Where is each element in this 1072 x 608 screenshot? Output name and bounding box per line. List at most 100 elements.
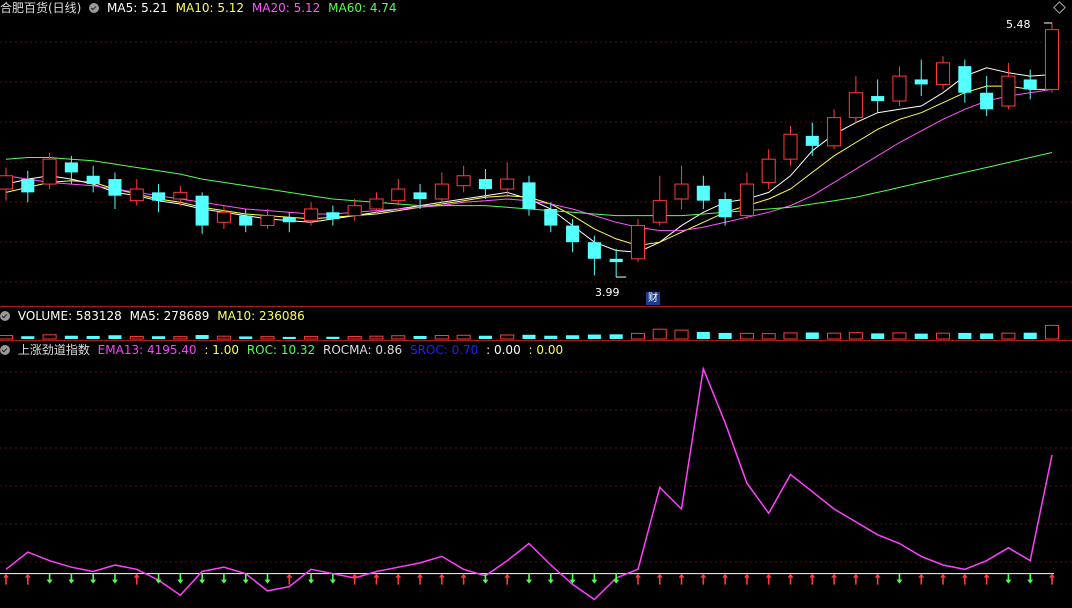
signal-arrow-down	[591, 573, 598, 584]
signal-arrow-up	[722, 573, 729, 585]
signal-arrow-up	[787, 573, 794, 585]
candle-body	[1044, 29, 1060, 90]
volume-bar	[391, 335, 406, 340]
volume-bar	[980, 333, 994, 339]
volume-bar	[696, 332, 710, 339]
candle-body	[239, 215, 253, 226]
candle-body	[566, 225, 580, 243]
volume-bar	[347, 336, 362, 340]
signal-arrow-down	[526, 573, 532, 584]
ema13-line	[5, 365, 1053, 601]
signal-arrow-up	[3, 573, 9, 585]
candle-body	[152, 192, 166, 201]
volume-bar	[544, 335, 558, 339]
volume-bar	[1001, 332, 1016, 340]
signal-arrow-down	[613, 573, 620, 584]
signal-arrow-down	[199, 573, 206, 584]
candle-body	[282, 217, 296, 223]
volume-bar	[86, 335, 100, 339]
signal-arrow-up	[918, 573, 925, 585]
candle-body	[173, 191, 188, 200]
candle-body	[42, 158, 57, 185]
chart-canvas[interactable]	[0, 0, 1072, 608]
signal-arrow-up	[983, 573, 990, 585]
volume-bar	[1023, 332, 1037, 339]
candle-body	[980, 92, 994, 110]
signal-arrow-up	[438, 573, 445, 585]
signal-arrow-down	[220, 573, 227, 584]
signal-arrow-up	[351, 573, 358, 585]
volume-bar	[260, 336, 275, 340]
signal-arrow-down	[1005, 573, 1012, 584]
signal-arrow-up	[852, 573, 859, 585]
volume-bar	[848, 332, 863, 340]
volume-bar	[783, 332, 798, 340]
candle-body	[21, 179, 35, 193]
volume-bar	[871, 333, 885, 339]
volume-bar	[522, 334, 536, 339]
signal-arrow-down	[111, 573, 118, 584]
candle-body	[827, 117, 842, 147]
volume-bar	[282, 336, 296, 339]
signal-arrow-down	[329, 573, 336, 584]
signal-arrow-up	[1049, 573, 1055, 585]
signal-arrow-up	[460, 573, 467, 585]
volume-bar	[0, 335, 14, 340]
volume-bar	[500, 334, 515, 340]
candle-body	[434, 183, 449, 200]
volume-bar	[805, 332, 819, 339]
signal-arrow-down	[547, 573, 554, 584]
volume-bar	[827, 332, 842, 340]
candle-body	[326, 212, 340, 219]
low-price-label: 3.99	[595, 286, 620, 299]
candle-body	[108, 179, 122, 196]
signal-arrow-up	[656, 573, 663, 585]
candle-body	[892, 75, 907, 102]
signal-arrow-up	[417, 573, 424, 585]
candle-body	[216, 211, 231, 223]
candle-body	[391, 188, 406, 202]
signal-arrow-up	[961, 573, 968, 585]
signal-arrow-up	[874, 573, 881, 585]
candle-body	[587, 242, 601, 259]
volume-bar	[173, 336, 188, 340]
signal-arrow-up	[678, 573, 685, 585]
volume-bar	[152, 336, 166, 339]
volume-bar	[652, 328, 667, 340]
candle-body	[783, 133, 798, 160]
candle-body	[936, 62, 951, 85]
candle-body	[129, 188, 144, 202]
signal-arrow-up	[765, 573, 772, 585]
signal-arrow-down	[1027, 573, 1034, 584]
candle-body	[500, 178, 515, 190]
signal-arrow-up	[133, 573, 140, 585]
signal-arrow-up	[286, 573, 293, 585]
volume-bar	[936, 332, 951, 340]
signal-arrow-up	[831, 573, 838, 585]
volume-bar	[413, 335, 427, 339]
candle-body	[718, 199, 732, 218]
signal-arrow-up	[504, 573, 511, 585]
candle-body	[413, 192, 427, 200]
candle-body	[609, 258, 623, 263]
candle-body	[805, 135, 819, 146]
candle-body	[1001, 75, 1016, 107]
volume-bar	[304, 335, 319, 340]
volume-bar	[326, 336, 340, 339]
candle-body	[848, 92, 863, 119]
signal-arrow-down	[68, 573, 75, 584]
volume-bar	[434, 335, 449, 340]
volume-bar	[587, 334, 601, 339]
candle-body	[347, 205, 362, 217]
volume-bar	[566, 335, 580, 339]
candle-body	[544, 208, 558, 226]
volume-bar	[456, 334, 471, 340]
candle-body	[0, 175, 14, 190]
signal-arrow-up	[634, 573, 641, 585]
volume-bar	[914, 333, 928, 339]
finance-badge[interactable]: 财	[646, 292, 660, 305]
signal-arrow-down	[46, 573, 53, 584]
candle-body	[696, 185, 710, 201]
volume-bar	[609, 334, 623, 339]
signal-arrow-down	[90, 573, 97, 584]
